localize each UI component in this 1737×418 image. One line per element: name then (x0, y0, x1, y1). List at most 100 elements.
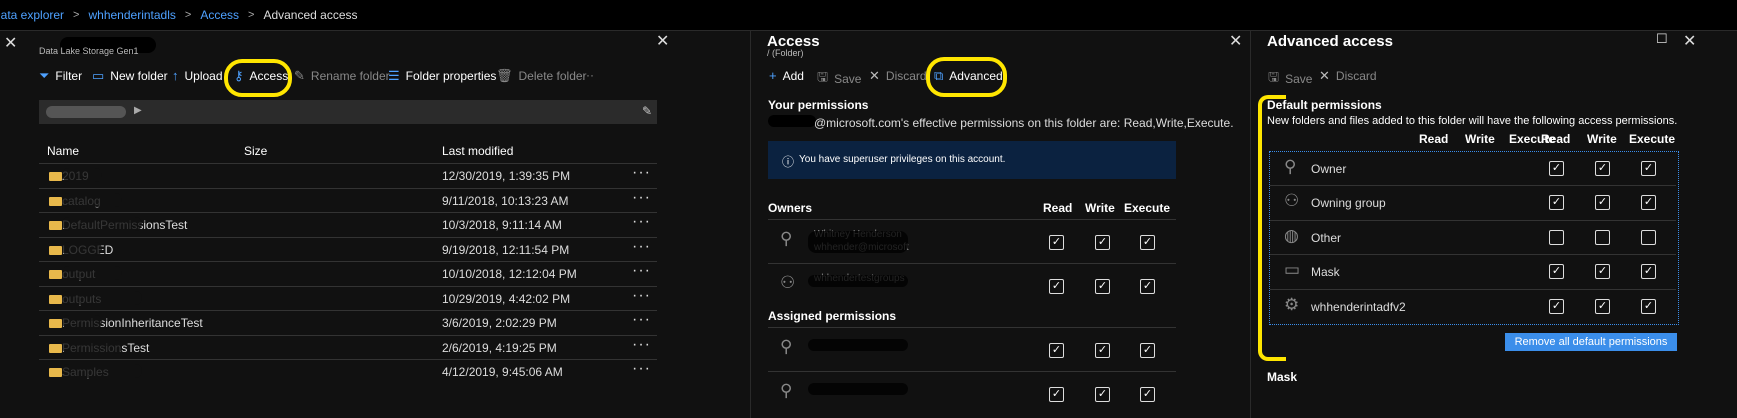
permission-row[interactable]: ⚲ Owner ✓ ✓ ✓ (1270, 151, 1676, 185)
redacted-name (62, 364, 142, 378)
breadcrumb-account[interactable]: whhenderintadls (88, 8, 175, 22)
column-size[interactable]: Size (244, 144, 267, 158)
advanced-button[interactable]: ⧉ Advanced (934, 68, 1003, 84)
execute-checkbox[interactable]: ✓ (1641, 195, 1656, 211)
assigned-row[interactable]: ⚲ ✓ ✓ ✓ (768, 377, 1176, 413)
more-button[interactable]: ··· (582, 68, 594, 82)
permission-row[interactable]: ◍ Other (1270, 220, 1676, 254)
execute-checkbox[interactable] (1641, 229, 1656, 245)
permission-checkbox[interactable]: ✓ (1140, 235, 1155, 250)
write-checkbox[interactable] (1595, 229, 1610, 245)
close-icon[interactable]: ✕ (1229, 31, 1242, 51)
user-icon: ⚲ (780, 337, 793, 356)
permission-row[interactable]: ⚙ whhenderintadfv2 ✓ ✓ ✓ (1270, 289, 1676, 323)
write-checkbox[interactable]: ✓ (1595, 161, 1610, 176)
remove-all-default-permissions-button[interactable]: Remove all default permissions (1505, 333, 1677, 351)
permission-entity-name: Owning group (1311, 196, 1386, 211)
chevron-right-icon[interactable]: ▶ (134, 105, 142, 116)
execute-checkbox[interactable]: ✓ (1641, 264, 1656, 280)
permission-checkbox[interactable]: ✓ (1095, 343, 1110, 358)
permission-row[interactable]: ▭ Mask ✓ ✓ ✓ (1270, 254, 1676, 288)
read-checkbox[interactable]: ✓ (1549, 298, 1564, 314)
permission-entity-name: whhenderintadfv2 (1311, 299, 1406, 314)
chevron-right-icon: > (248, 9, 255, 21)
permission-checkbox[interactable]: ✓ (1049, 279, 1064, 294)
permission-checkbox[interactable]: ✓ (1049, 387, 1064, 402)
table-row[interactable]: PermissionsTest2/6/2019, 4:19:25 PM··· (39, 336, 657, 359)
plus-icon: + (769, 68, 777, 83)
more-options-icon[interactable]: ··· (632, 262, 651, 280)
table-row[interactable]: outputs10/29/2019, 4:42:02 PM··· (39, 287, 657, 310)
info-icon: ⓘ (782, 155, 795, 169)
write-checkbox[interactable]: ✓ (1595, 195, 1610, 211)
discard-button[interactable]: ✕ Discard (1319, 68, 1377, 84)
more-options-icon[interactable]: ··· (632, 213, 651, 231)
rename-folder-button[interactable]: ✎ Rename folder (294, 68, 390, 84)
more-options-icon[interactable]: ··· (632, 336, 651, 354)
close-icon[interactable]: ✕ (656, 31, 669, 51)
save-button[interactable]: 🖫 Save (817, 68, 861, 90)
write-checkbox[interactable]: ✓ (1595, 264, 1610, 280)
info-text: You have superuser privileges on this ac… (799, 154, 1006, 165)
permission-row[interactable]: ⚇ Owning group ✓ ✓ ✓ (1270, 185, 1676, 219)
permission-checkbox[interactable]: ✓ (1140, 279, 1155, 294)
folder-properties-button[interactable]: ☰ Folder properties (388, 68, 496, 84)
more-options-icon[interactable]: ··· (632, 238, 651, 256)
filter-button[interactable]: ⏷ Filter (39, 68, 82, 84)
add-button[interactable]: + Add (769, 68, 804, 83)
permission-checkbox[interactable]: ✓ (1140, 343, 1155, 358)
table-row[interactable]: output10/10/2018, 12:12:04 PM··· (39, 262, 657, 285)
upload-button[interactable]: ↑ Upload (172, 68, 223, 83)
path-bar[interactable] (39, 100, 657, 124)
folder-icon (49, 172, 62, 181)
redacted-identity (808, 383, 908, 395)
table-row[interactable]: catalog9/11/2018, 10:13:23 AM··· (39, 189, 657, 212)
read-checkbox[interactable]: ✓ (1549, 161, 1564, 176)
table-row[interactable]: LOGGED9/19/2018, 12:11:54 PM··· (39, 238, 657, 261)
read-checkbox[interactable]: ✓ (1549, 264, 1564, 280)
assigned-row[interactable]: ⚲ ✓ ✓ ✓ (768, 333, 1176, 369)
permission-checkbox[interactable]: ✓ (1140, 387, 1155, 402)
redacted-name (62, 241, 102, 256)
delete-folder-button[interactable]: 🗑 Delete folder (496, 68, 587, 84)
breadcrumb-current: Advanced access (263, 8, 358, 22)
table-row[interactable]: PermissionInheritanceTest 3/6/2019, 2:02:… (39, 311, 657, 334)
effective-permissions-text: @microsoft.com's effective permissions o… (814, 116, 1234, 130)
maximize-icon[interactable]: ☐ (1656, 31, 1668, 47)
close-icon[interactable]: ✕ (1683, 31, 1696, 51)
execute-checkbox[interactable]: ✓ (1641, 161, 1656, 176)
owner-row[interactable]: ⚲Whitney Hendersonwhhender@microsoft✓✓✓ (768, 225, 1176, 261)
read-checkbox[interactable]: ✓ (1549, 195, 1564, 211)
access-button[interactable]: ⚷ Access (234, 68, 288, 84)
mask-heading: Mask (1267, 370, 1298, 384)
read-checkbox[interactable] (1549, 229, 1564, 245)
permission-checkbox[interactable]: ✓ (1095, 387, 1110, 402)
write-checkbox[interactable]: ✓ (1595, 298, 1610, 314)
save-button[interactable]: 🖫 Save (1268, 68, 1312, 90)
more-options-icon[interactable]: ··· (632, 360, 651, 378)
new-folder-button[interactable]: ▭ New folder (92, 68, 168, 84)
owner-row[interactable]: ⚇whhendertestgroups✓✓✓ (768, 269, 1176, 305)
more-options-icon[interactable]: ··· (632, 287, 651, 305)
breadcrumb-data-explorer[interactable]: Data explorer (0, 8, 64, 22)
discard-button[interactable]: ✕ Discard (869, 68, 927, 84)
table-row[interactable]: Samples4/12/2019, 9:45:06 AM··· (39, 360, 657, 383)
row-divider (768, 371, 1176, 372)
folder-icon (49, 319, 62, 328)
permission-checkbox[interactable]: ✓ (1095, 279, 1110, 294)
breadcrumb-access[interactable]: Access (200, 8, 239, 22)
edit-path-icon[interactable]: ✎ (642, 104, 652, 118)
table-row[interactable]: 201912/30/2019, 1:39:35 PM··· (39, 164, 657, 187)
column-last-modified[interactable]: Last modified (442, 144, 513, 158)
more-options-icon[interactable]: ··· (632, 164, 651, 182)
more-options-icon[interactable]: ··· (632, 311, 651, 329)
permission-checkbox[interactable]: ✓ (1095, 235, 1110, 250)
column-name[interactable]: Name (47, 144, 79, 158)
permission-checkbox[interactable]: ✓ (1049, 343, 1064, 358)
more-options-icon[interactable]: ··· (632, 189, 651, 207)
close-icon[interactable]: ✕ (4, 33, 17, 53)
table-row[interactable]: DefaultPermissionsTest10/3/2018, 9:11:14… (39, 213, 657, 236)
permission-checkbox[interactable]: ✓ (1049, 235, 1064, 250)
last-modified: 10/10/2018, 12:12:04 PM (442, 267, 577, 281)
execute-checkbox[interactable]: ✓ (1641, 298, 1656, 314)
